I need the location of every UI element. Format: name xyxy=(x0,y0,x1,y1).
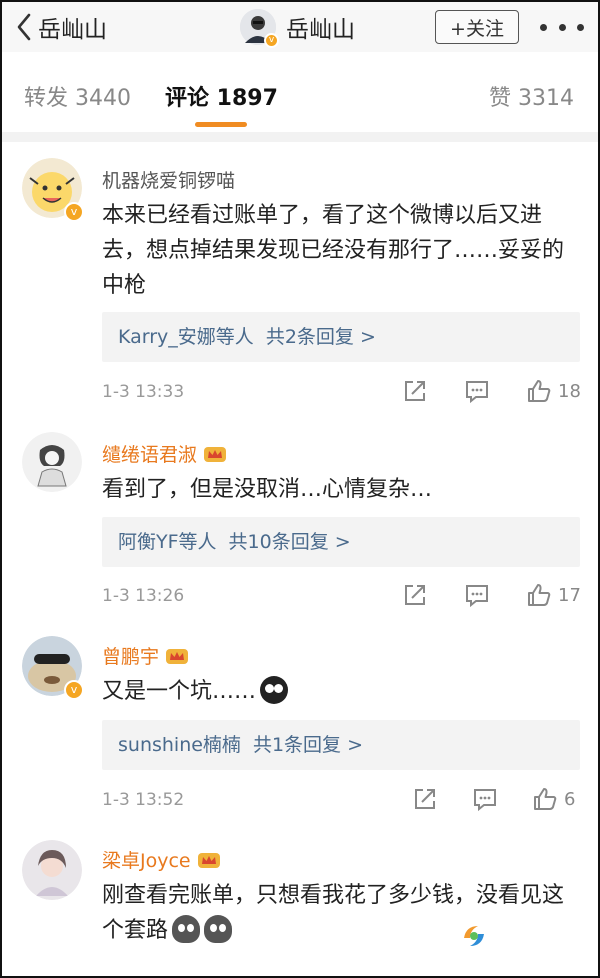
username-text: 曾鹏宇 xyxy=(102,646,160,668)
app-logo-icon xyxy=(460,922,488,950)
like-icon[interactable] xyxy=(526,582,552,608)
active-tab-indicator xyxy=(195,122,247,127)
share-icon[interactable] xyxy=(412,786,438,812)
comment-icon[interactable] xyxy=(464,378,490,404)
back-arrow-icon xyxy=(17,13,31,41)
comment-text-body: 又是一个坑…… xyxy=(102,679,257,704)
vip-crown-icon xyxy=(204,446,227,462)
back-button[interactable]: 岳屾山 xyxy=(16,10,107,44)
comment-icon[interactable] xyxy=(464,582,490,608)
timestamp: 1-3 13:26 xyxy=(102,586,185,606)
username[interactable]: 梁卓Joyce xyxy=(102,846,221,873)
username-text: 梁卓Joyce xyxy=(102,850,191,872)
comment-meta: 1-3 13:26 17 xyxy=(102,582,581,612)
skull-emoji-icon xyxy=(204,915,233,943)
tab-like[interactable]: 赞 3314 xyxy=(489,80,574,112)
avatar[interactable] xyxy=(22,432,82,492)
timestamp: 1-3 13:33 xyxy=(102,382,185,402)
like-icon[interactable] xyxy=(532,786,558,812)
comment-meta: 1-3 13:33 18 xyxy=(102,378,581,408)
reply-summary[interactable]: Karry_安娜等人 共2条回复 > xyxy=(102,312,580,362)
surprised-emoji-icon xyxy=(260,676,289,704)
comment-text: 看到了，但是没取消…心情复杂… xyxy=(102,477,433,502)
comment-meta: 1-3 13:52 6 xyxy=(102,786,580,816)
reply-count: 共1条回复 > xyxy=(252,734,363,756)
timestamp: 1-3 13:52 xyxy=(102,790,185,810)
divider xyxy=(2,132,598,142)
page-title: 岳屾山 xyxy=(286,17,355,43)
comment-text: 刚查看完账单，只想看我花了多少钱，没看见这个套路 xyxy=(102,878,580,948)
like-count: 18 xyxy=(558,381,581,402)
illustration-avatar-icon xyxy=(22,432,82,492)
username[interactable]: 曾鹏宇 xyxy=(102,642,189,669)
username[interactable]: 机器烧爱铜锣喵 xyxy=(102,166,235,193)
reply-authors: Karry_安娜等人 xyxy=(118,326,254,348)
reply-count: 共10条回复 > xyxy=(228,531,351,553)
skull-emoji-icon xyxy=(172,915,201,943)
username[interactable]: 缱绻语君淑 xyxy=(102,440,227,467)
like-count: 17 xyxy=(558,585,581,606)
photo-avatar-icon xyxy=(22,840,82,900)
top-bar: 岳屾山 v 岳屾山 +关注 xyxy=(2,2,598,52)
profile-header[interactable]: v 岳屾山 xyxy=(240,8,355,48)
reply-authors: sunshine楠楠 xyxy=(118,734,241,756)
like-icon[interactable] xyxy=(526,378,552,404)
verified-badge-icon: v xyxy=(64,202,84,222)
like-count: 6 xyxy=(564,789,576,810)
vip-crown-icon xyxy=(166,648,189,664)
vip-crown-icon xyxy=(197,852,220,868)
tab-repost[interactable]: 转发 3440 xyxy=(24,80,131,112)
reply-summary[interactable]: 阿衡YF等人 共10条回复 > xyxy=(102,517,580,567)
reply-count: 共2条回复 > xyxy=(265,326,376,348)
comment-text: 又是一个坑…… xyxy=(102,674,580,709)
share-icon[interactable] xyxy=(402,582,428,608)
avatar[interactable]: v xyxy=(240,9,279,48)
reply-summary[interactable]: sunshine楠楠 共1条回复 > xyxy=(102,720,580,770)
username-text: 机器烧爱铜锣喵 xyxy=(102,170,236,192)
comment-text: 本来已经看过账单了，看了这个微博以后又进去，想点掉结果发现已经没有那行了……妥妥… xyxy=(102,203,565,298)
follow-button[interactable]: +关注 xyxy=(435,10,519,44)
share-icon[interactable] xyxy=(402,378,428,404)
verified-badge-icon: v xyxy=(264,33,279,48)
back-label: 岳屾山 xyxy=(38,17,107,43)
verified-badge-icon: v xyxy=(64,680,84,700)
reply-authors: 阿衡YF等人 xyxy=(118,531,217,553)
tab-comment[interactable]: 评论 1897 xyxy=(165,80,278,112)
username-text: 缱绻语君淑 xyxy=(102,444,198,466)
avatar[interactable] xyxy=(22,840,82,900)
more-options-icon[interactable] xyxy=(540,14,584,40)
comment-icon[interactable] xyxy=(472,786,498,812)
tab-bar: 转发 3440 评论 1897 赞 3314 xyxy=(2,62,598,132)
